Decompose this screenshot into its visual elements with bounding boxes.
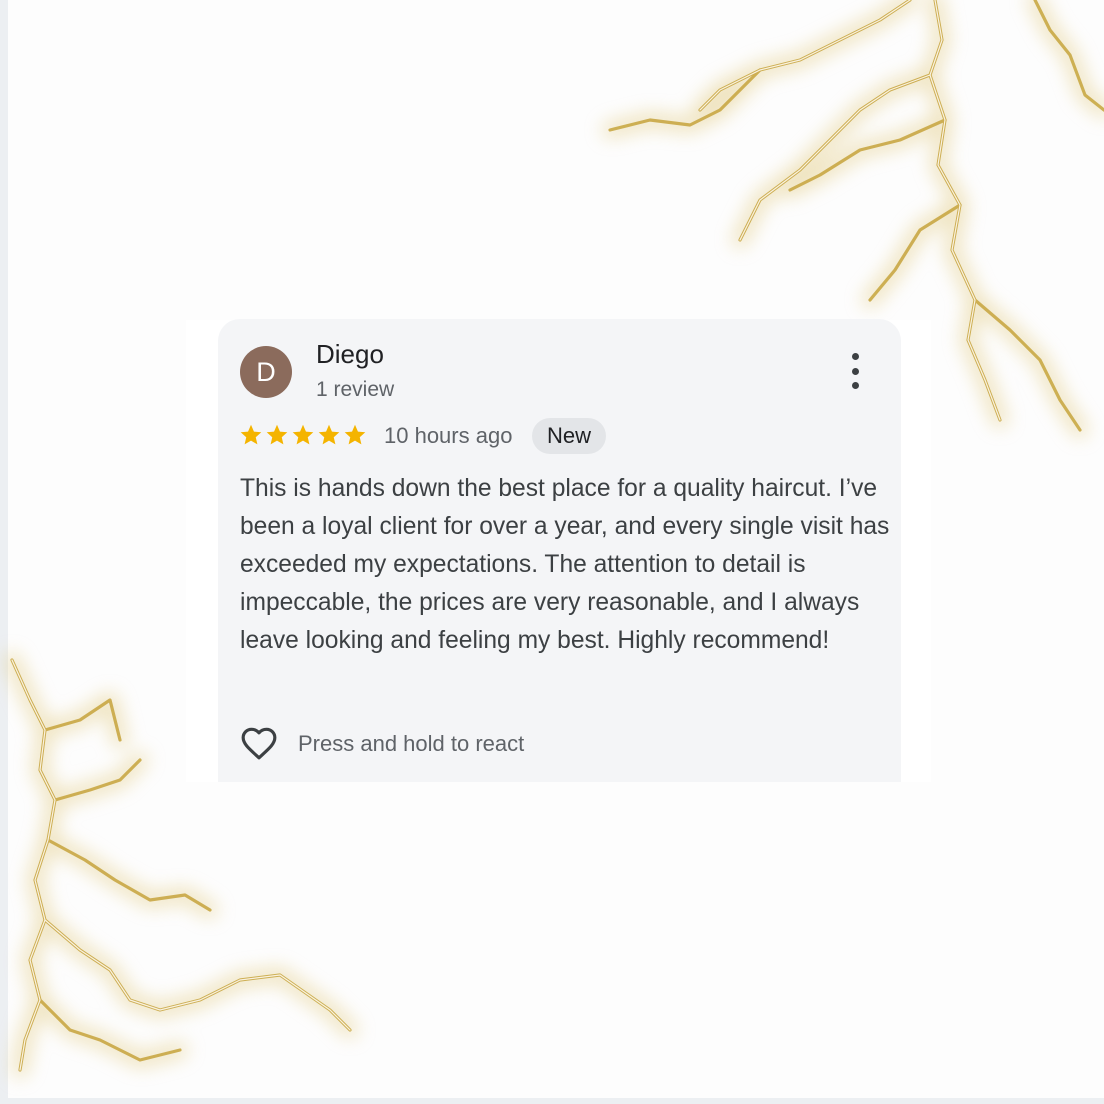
star-icon: [292, 424, 314, 445]
more-options-button[interactable]: [840, 353, 870, 389]
star-icon: [344, 424, 366, 445]
heart-outline-icon: [241, 727, 277, 760]
star-rating: [239, 423, 367, 447]
star-icon: [318, 424, 340, 445]
more-vert-icon: [851, 353, 859, 360]
reviewer-avatar[interactable]: D: [240, 346, 292, 398]
more-vert-icon-dot: [851, 367, 859, 375]
reviewer-name[interactable]: Diego: [316, 339, 384, 370]
react-button[interactable]: Press and hold to react: [239, 724, 524, 764]
react-label: Press and hold to react: [298, 731, 525, 756]
reviewer-review-count: 1 review: [316, 378, 395, 401]
new-badge: New: [532, 418, 607, 454]
review-text: This is hands down the best place for a …: [240, 475, 890, 654]
more-vert-icon-dot: [851, 382, 859, 389]
review-timestamp: 10 hours ago: [384, 423, 513, 448]
star-icon: [266, 424, 288, 445]
star-icon: [240, 424, 262, 445]
review-card: D Diego 1 review 10 hours ago New This i…: [218, 319, 901, 782]
